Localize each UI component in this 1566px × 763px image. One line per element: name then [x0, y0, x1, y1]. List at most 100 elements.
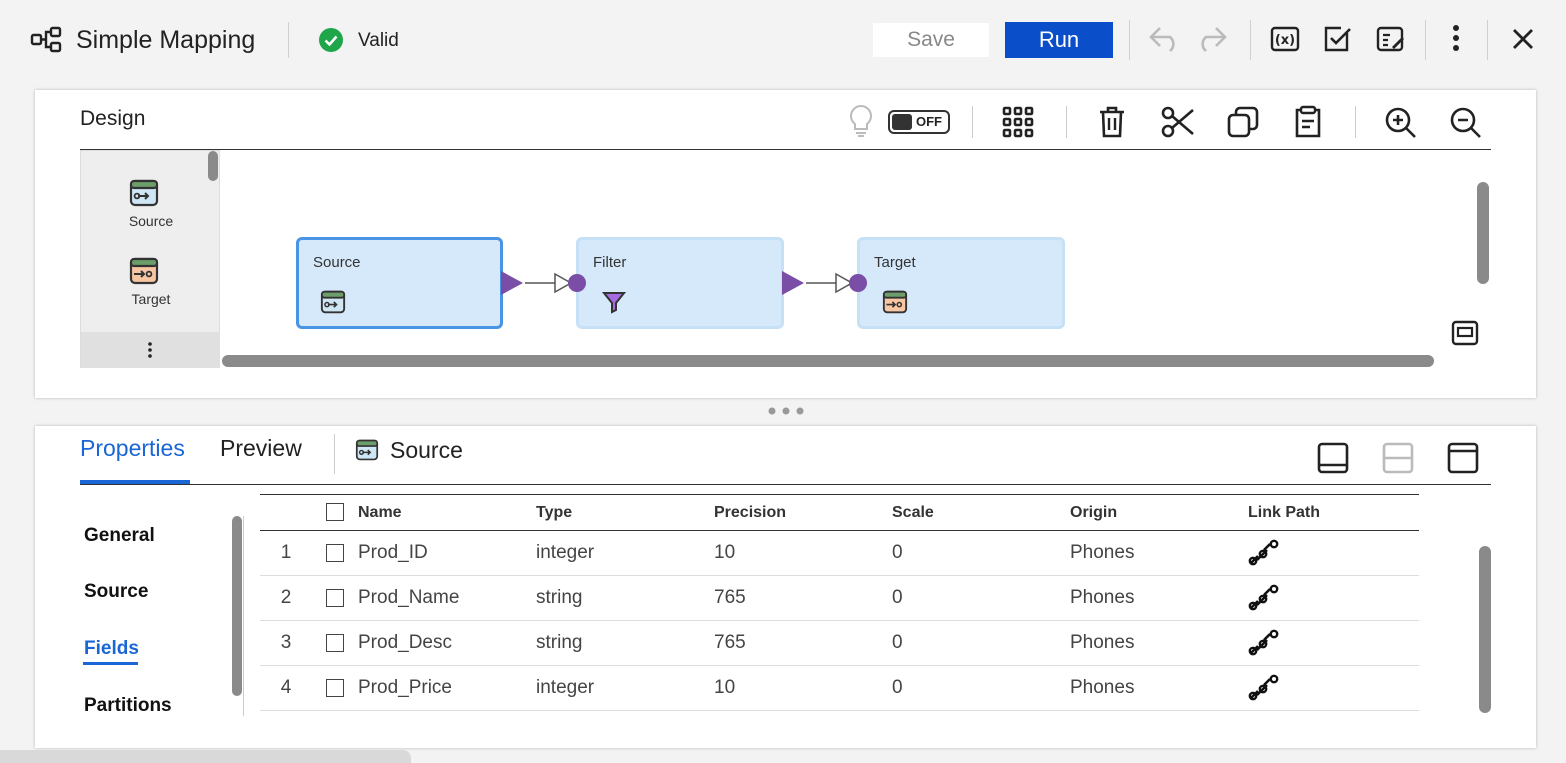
selected-object-label: Source: [390, 437, 463, 463]
select-all-checkbox[interactable]: [326, 503, 344, 522]
side-item-partitions[interactable]: Partitions: [84, 695, 172, 717]
column-header-link-path[interactable]: Link Path: [1248, 494, 1419, 531]
canvas-horizontal-scrollbar[interactable]: [222, 355, 1434, 367]
maximize-panel-icon[interactable]: [1447, 442, 1479, 474]
side-nav-scrollbar[interactable]: [232, 516, 242, 696]
node-source[interactable]: Source: [296, 237, 503, 329]
row-number: 2: [260, 575, 312, 621]
field-name: Prod_ID: [358, 530, 536, 576]
side-nav-divider: [243, 516, 244, 716]
validate-icon[interactable]: [1323, 25, 1353, 53]
field-origin: Phones: [1070, 620, 1248, 666]
palette-scrollbar[interactable]: [208, 151, 218, 181]
palette-more-button[interactable]: [81, 332, 220, 368]
column-header-scale[interactable]: Scale: [892, 494, 1070, 531]
link-path-icon[interactable]: [1248, 539, 1280, 567]
link-path-icon[interactable]: [1248, 629, 1280, 657]
side-item-source[interactable]: Source: [84, 581, 148, 603]
cut-icon[interactable]: [1161, 106, 1195, 138]
column-header-name[interactable]: Name: [358, 494, 536, 531]
link-path-icon[interactable]: [1248, 674, 1280, 702]
valid-check-icon: [319, 28, 343, 52]
delete-icon[interactable]: [1098, 106, 1126, 138]
side-item-fields[interactable]: Fields: [84, 638, 139, 660]
field-scale: 0: [892, 620, 1070, 666]
undo-icon[interactable]: [1146, 26, 1180, 54]
tab-properties[interactable]: Properties: [80, 435, 185, 462]
zoom-out-icon[interactable]: [1449, 106, 1483, 140]
node-title: Target: [874, 254, 916, 271]
row-checkbox[interactable]: [326, 678, 344, 697]
source-icon: [320, 290, 346, 314]
header-divider: [1129, 20, 1130, 60]
field-precision: 10: [714, 665, 892, 711]
table-row[interactable]: 4 Prod_Price integer 10 0 Phones: [260, 665, 1419, 711]
status-bar-tab: [0, 750, 411, 763]
canvas-vertical-scrollbar[interactable]: [1477, 182, 1489, 284]
run-button[interactable]: Run: [1005, 22, 1113, 58]
edit-properties-icon[interactable]: [1376, 25, 1406, 53]
field-type: string: [536, 620, 714, 666]
close-icon[interactable]: [1512, 28, 1534, 50]
table-row[interactable]: 2 Prod_Name string 765 0 Phones: [260, 575, 1419, 621]
more-vertical-icon: [148, 342, 152, 358]
table-header-row: Name Type Precision Scale Origin Link Pa…: [260, 494, 1419, 531]
palette-item-target[interactable]: Target: [89, 257, 213, 307]
panel-resize-handle[interactable]: [766, 406, 806, 416]
source-icon: [129, 179, 213, 207]
field-precision: 765: [714, 575, 892, 621]
arrange-all-icon[interactable]: [1002, 106, 1034, 138]
zoom-in-icon[interactable]: [1384, 106, 1418, 140]
side-item-general[interactable]: General: [84, 525, 155, 547]
row-checkbox[interactable]: [326, 543, 344, 562]
node-title: Filter: [593, 254, 627, 271]
transformation-palette: Source Target: [80, 150, 220, 368]
mapping-icon: [30, 26, 62, 54]
properties-panel: Properties Preview Source General Source…: [35, 426, 1536, 748]
fit-to-view-icon[interactable]: [1451, 320, 1479, 346]
palette-item-label: Target: [131, 291, 171, 307]
link-source-filter[interactable]: [501, 270, 587, 296]
active-side-item-indicator: [83, 662, 138, 665]
field-origin: Phones: [1070, 575, 1248, 621]
field-scale: 0: [892, 665, 1070, 711]
node-filter[interactable]: Filter: [576, 237, 784, 329]
column-header-precision[interactable]: Precision: [714, 494, 892, 531]
toolbar-divider: [1066, 106, 1067, 138]
field-name: Prod_Name: [358, 575, 536, 621]
split-view-icon[interactable]: [1382, 442, 1414, 474]
field-type: integer: [536, 665, 714, 711]
tab-preview[interactable]: Preview: [220, 435, 302, 462]
link-path-icon[interactable]: [1248, 584, 1280, 612]
filter-icon: [602, 290, 626, 314]
lightbulb-icon[interactable]: [848, 104, 874, 138]
table-row[interactable]: 3 Prod_Desc string 765 0 Phones: [260, 620, 1419, 666]
field-name: Prod_Price: [358, 665, 536, 711]
row-checkbox[interactable]: [326, 633, 344, 652]
node-target[interactable]: Target: [857, 237, 1065, 329]
column-header-type[interactable]: Type: [536, 494, 714, 531]
redo-icon[interactable]: [1198, 26, 1232, 54]
table-row[interactable]: 1 Prod_ID integer 10 0 Phones: [260, 530, 1419, 576]
paste-icon[interactable]: [1292, 105, 1324, 139]
table-vertical-scrollbar[interactable]: [1479, 546, 1491, 713]
header-divider: [1250, 20, 1251, 60]
dock-bottom-icon[interactable]: [1317, 442, 1349, 474]
parameters-icon[interactable]: (x): [1270, 25, 1300, 53]
more-options-icon[interactable]: [1451, 24, 1461, 52]
link-filter-target[interactable]: [782, 270, 868, 296]
recommendation-toggle[interactable]: OFF: [888, 110, 950, 134]
field-precision: 10: [714, 530, 892, 576]
field-precision: 765: [714, 620, 892, 666]
fields-table: Name Type Precision Scale Origin Link Pa…: [260, 494, 1419, 711]
palette-item-source[interactable]: Source: [89, 179, 213, 229]
row-checkbox[interactable]: [326, 588, 344, 607]
design-panel: Design OFF Source Target Source Filter T…: [35, 90, 1536, 398]
design-title: Design: [80, 107, 146, 130]
field-scale: 0: [892, 530, 1070, 576]
copy-icon[interactable]: [1227, 106, 1259, 138]
column-header-origin[interactable]: Origin: [1070, 494, 1248, 531]
field-type: integer: [536, 530, 714, 576]
save-button[interactable]: Save: [873, 23, 989, 57]
field-origin: Phones: [1070, 530, 1248, 576]
